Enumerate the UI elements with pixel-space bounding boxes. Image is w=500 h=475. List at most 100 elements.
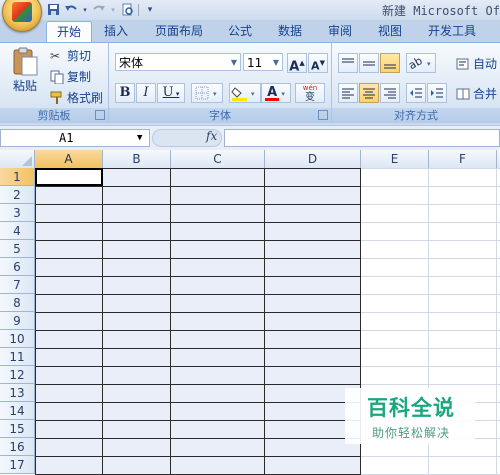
column-header[interactable]: C — [171, 150, 265, 168]
print-preview-icon[interactable] — [120, 3, 134, 17]
watermark: 百科全说 助你轻松解决 — [345, 388, 475, 444]
customize-icon[interactable]: ▾ — [143, 3, 157, 17]
align-left-button[interactable] — [338, 83, 358, 103]
borders-button[interactable]: ▾ — [191, 83, 223, 103]
font-size-select[interactable]: 11 ▼ — [243, 53, 283, 71]
tab-review[interactable]: 审阅 — [320, 21, 360, 41]
tab-home[interactable]: 开始 — [46, 21, 92, 42]
chevron-down-icon[interactable]: ▼ — [137, 130, 142, 146]
chevron-down-icon[interactable]: ▾ — [82, 3, 88, 17]
row-header[interactable]: 4 — [0, 222, 35, 240]
column-header[interactable]: D — [265, 150, 361, 168]
alignment-group-label: 对齐方式 — [332, 108, 500, 123]
format-painter-button[interactable]: 格式刷 — [50, 89, 103, 106]
shrink-font-glyph: A — [311, 59, 320, 73]
formula-bar: A1 ▼ fx — [0, 125, 500, 150]
tab-insert[interactable]: 插入 — [96, 21, 136, 41]
row-header[interactable]: 12 — [0, 366, 35, 384]
insert-function-icon[interactable]: fx — [206, 129, 217, 143]
select-all-corner[interactable] — [0, 150, 35, 168]
paste-button[interactable]: 粘贴 — [8, 47, 42, 94]
orientation-button[interactable]: ab ▾ — [406, 53, 436, 73]
save-icon[interactable] — [46, 3, 60, 17]
align-bottom-button[interactable] — [380, 53, 400, 73]
fill-color-button[interactable]: ▾ — [229, 83, 261, 103]
row-header[interactable]: 6 — [0, 258, 35, 276]
watermark-title: 百科全说 — [367, 396, 455, 420]
copy-label: 复制 — [67, 70, 92, 84]
row-header[interactable]: 2 — [0, 186, 35, 204]
align-right-button[interactable] — [380, 83, 400, 103]
undo-icon[interactable] — [64, 3, 78, 17]
ribbon-tabs: 开始 插入 页面布局 公式 数据 审阅 视图 开发工具 — [0, 20, 500, 42]
fill-color-icon: ▾ — [231, 87, 255, 101]
name-box[interactable]: A1 ▼ — [0, 129, 150, 147]
office-logo-icon — [12, 2, 32, 22]
font-color-button[interactable]: A ▾ — [261, 83, 291, 103]
bordered-range — [35, 168, 361, 475]
row-header[interactable]: 16 — [0, 438, 35, 456]
font-name-value: 宋体 — [119, 56, 144, 70]
row-header[interactable]: 8 — [0, 294, 35, 312]
align-top-button[interactable] — [338, 53, 358, 73]
font-name-select[interactable]: 宋体 ▼ — [115, 53, 241, 71]
chevron-down-icon: ▼ — [272, 58, 279, 67]
underline-button[interactable]: U ▾ — [157, 83, 185, 103]
align-middle-button[interactable] — [359, 53, 379, 73]
bold-button[interactable]: B — [115, 83, 135, 103]
tab-formulas[interactable]: 公式 — [220, 21, 260, 41]
alignment-group: ab ▾ 自动 合并 对齐方式 — [332, 43, 500, 123]
merge-center-button[interactable]: 合并 — [456, 85, 497, 102]
paste-label: 粘贴 — [12, 79, 37, 93]
column-header[interactable]: A — [35, 150, 103, 168]
row-header[interactable]: 14 — [0, 402, 35, 420]
format-painter-icon — [50, 91, 62, 104]
tab-view[interactable]: 视图 — [370, 21, 410, 41]
column-header[interactable]: B — [103, 150, 171, 168]
row-header[interactable]: 17 — [0, 456, 35, 474]
dialog-launcher-icon[interactable] — [318, 110, 328, 120]
align-top-icon — [342, 58, 354, 63]
row-header[interactable]: 3 — [0, 204, 35, 222]
active-cell[interactable] — [35, 168, 103, 186]
column-header-row: A B C D E F — [0, 150, 500, 169]
phonetic-button[interactable]: wén 变 — [295, 83, 325, 103]
orientation-icon: ab ▾ — [407, 54, 431, 72]
row-header[interactable]: 5 — [0, 240, 35, 258]
ribbon: 粘贴 ✂ 剪切 复制 格式刷 剪贴板 宋体 ▼ 11 ▼ A▲ A▼ B I U… — [0, 42, 500, 125]
borders-icon: ▾ — [195, 86, 217, 100]
redo-icon[interactable] — [92, 3, 106, 17]
tab-developer[interactable]: 开发工具 — [420, 21, 484, 41]
copy-button[interactable]: 复制 — [50, 68, 91, 85]
chevron-down-icon: ▼ — [230, 58, 237, 67]
align-right-icon — [384, 88, 396, 99]
row-header[interactable]: 9 — [0, 312, 35, 330]
row-header[interactable]: 13 — [0, 384, 35, 402]
column-header[interactable]: E — [361, 150, 429, 168]
increase-indent-button[interactable] — [427, 83, 447, 103]
formula-input[interactable] — [224, 129, 500, 147]
cell-gridline — [496, 168, 497, 475]
row-header[interactable]: 15 — [0, 420, 35, 438]
decrease-indent-button[interactable] — [406, 83, 426, 103]
grow-font-button[interactable]: A▲ — [287, 53, 307, 74]
chevron-down-icon[interactable]: ▾ — [110, 3, 116, 17]
italic-button[interactable]: I — [136, 83, 156, 103]
tab-page-layout[interactable]: 页面布局 — [146, 21, 212, 41]
cut-button[interactable]: ✂ 剪切 — [50, 47, 91, 64]
row-header[interactable]: 10 — [0, 330, 35, 348]
shrink-font-button[interactable]: A▼ — [308, 53, 328, 73]
align-left-icon — [342, 88, 354, 99]
cell-border — [35, 168, 36, 475]
align-center-button[interactable] — [359, 83, 379, 103]
dialog-launcher-icon[interactable] — [95, 110, 105, 120]
merge-center-icon — [456, 88, 470, 99]
column-header[interactable]: F — [429, 150, 497, 168]
window-title: 新建 Microsoft Of — [382, 4, 500, 18]
row-header[interactable]: 1 — [0, 168, 35, 186]
watermark-subtitle: 助你轻松解决 — [372, 426, 451, 440]
tab-data[interactable]: 数据 — [270, 21, 310, 41]
row-header[interactable]: 7 — [0, 276, 35, 294]
wrap-text-button[interactable]: 自动 — [456, 55, 497, 72]
row-header[interactable]: 11 — [0, 348, 35, 366]
